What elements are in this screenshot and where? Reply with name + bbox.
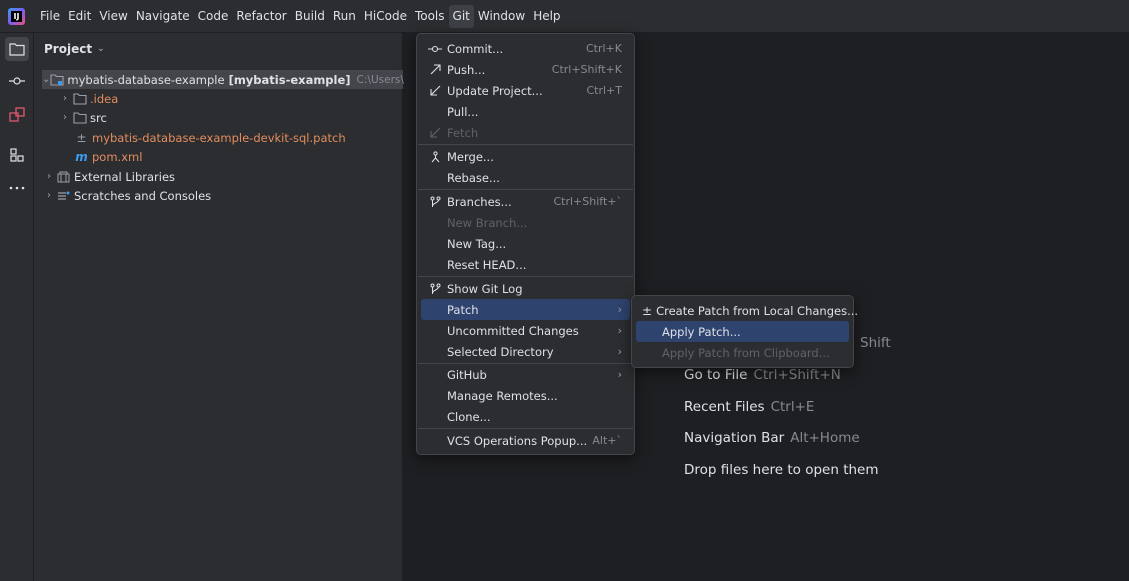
chevron-right-icon[interactable]: ›	[42, 190, 56, 201]
menu-code[interactable]: Code	[194, 5, 233, 28]
menu-separator	[418, 428, 633, 429]
project-panel-header[interactable]: Project ⌄	[44, 42, 105, 56]
patch-icon: ±	[642, 303, 653, 318]
hint-search-everywhere: Shift	[860, 335, 891, 351]
menu-item-fetch: Fetch	[421, 122, 630, 143]
fetch-icon	[427, 127, 443, 138]
menu-item-pull[interactable]: Pull...	[421, 101, 630, 122]
menu-item-selected-directory[interactable]: Selected Directory ›	[421, 341, 630, 362]
git-menu: Commit... Ctrl+K Push... Ctrl+Shift+K Upda…	[416, 33, 635, 455]
menu-item-patch[interactable]: Patch ›	[421, 299, 630, 320]
menu-item-reset-head[interactable]: Reset HEAD...	[421, 254, 630, 275]
plugins-icon[interactable]	[5, 103, 29, 127]
menu-separator	[418, 144, 633, 145]
chevron-right-icon: ›	[617, 303, 622, 316]
menu-item-commit[interactable]: Commit... Ctrl+K	[421, 38, 630, 59]
menu-item-push[interactable]: Push... Ctrl+Shift+K	[421, 59, 630, 80]
tree-item-label: mybatis-database-example-devkit-sql.patc…	[92, 130, 346, 145]
menu-item-manage-remotes[interactable]: Manage Remotes...	[421, 385, 630, 406]
chevron-down-icon[interactable]: ⌄	[42, 74, 50, 85]
chevron-right-icon[interactable]: ›	[58, 93, 72, 104]
tree-item-pom[interactable]: m pom.xml	[74, 147, 142, 166]
tree-item-label: mybatis-database-example	[67, 72, 225, 87]
patch-file-icon: ±	[76, 130, 87, 145]
tree-item-label: External Libraries	[74, 169, 176, 184]
commit-icon	[427, 45, 443, 53]
chevron-right-icon: ›	[617, 324, 622, 337]
panel-title: Project	[44, 42, 93, 56]
menu-edit[interactable]: Edit	[64, 5, 95, 28]
menu-item-vcs-operations-popup[interactable]: VCS Operations Popup... Alt+`	[421, 430, 630, 451]
menu-item-apply-patch[interactable]: Apply Patch...	[636, 321, 849, 342]
chevron-down-icon: ⌄	[97, 44, 105, 54]
menu-view[interactable]: View	[95, 5, 131, 28]
project-folder-icon[interactable]	[5, 37, 29, 61]
update-icon	[427, 85, 443, 96]
menu-run[interactable]: Run	[329, 5, 360, 28]
menu-item-apply-patch-clipboard: Apply Patch from Clipboard...	[662, 345, 830, 360]
folder-icon	[72, 111, 87, 125]
hint-navigation-bar: Navigation Bar Alt+Home	[684, 430, 860, 446]
scratches-icon	[56, 189, 71, 203]
menu-git[interactable]: Git	[448, 5, 474, 28]
patch-submenu: ± Create Patch from Local Changes... App…	[631, 295, 858, 368]
menu-item-create-patch[interactable]: ± Create Patch from Local Changes...	[636, 300, 858, 321]
menu-item-clone[interactable]: Clone...	[421, 406, 630, 427]
tree-item-scratches[interactable]: › Scratches and Consoles	[42, 186, 211, 205]
menu-item-update-project[interactable]: Update Project... Ctrl+T	[421, 80, 630, 101]
module-folder-icon	[50, 73, 64, 87]
folder-icon	[72, 92, 87, 106]
menu-item-new-tag[interactable]: New Tag...	[421, 233, 630, 254]
maven-file-icon: m	[75, 149, 88, 164]
menu-navigate[interactable]: Navigate	[132, 5, 194, 28]
branch-icon	[427, 196, 443, 208]
menu-item-show-git-log[interactable]: Show Git Log	[421, 278, 630, 299]
tool-window-strip	[0, 33, 34, 581]
structure-icon[interactable]	[5, 143, 29, 167]
tree-item-label: src	[90, 110, 107, 125]
more-tools-icon[interactable]	[5, 176, 29, 200]
chevron-right-icon[interactable]: ›	[58, 112, 72, 123]
menu-item-new-branch: New Branch...	[447, 215, 528, 230]
tree-item-src[interactable]: › src	[58, 108, 107, 127]
menu-separator	[418, 276, 633, 277]
tree-item-module-name: [mybatis-example]	[228, 72, 351, 87]
chevron-right-icon[interactable]: ›	[42, 171, 56, 182]
merge-icon	[427, 150, 443, 163]
hint-drop-files: Drop files here to open them	[684, 462, 879, 478]
menu-hicode[interactable]: HiCode	[360, 5, 411, 28]
hint-recent-files: Recent Files Ctrl+E	[684, 399, 815, 415]
menu-item-rebase[interactable]: Rebase...	[421, 167, 630, 188]
hint-go-to-file: Go to File Ctrl+Shift+N	[684, 367, 841, 383]
tree-item-patch-file[interactable]: ± mybatis-database-example-devkit-sql.pa…	[74, 128, 346, 147]
commit-tool-icon[interactable]	[5, 69, 29, 93]
project-panel: Project ⌄ ⌄ mybatis-database-example [my…	[34, 33, 437, 581]
push-icon	[427, 64, 443, 75]
menu-item-github[interactable]: GitHub ›	[421, 364, 630, 385]
menu-help[interactable]: Help	[529, 5, 564, 28]
menu-item-uncommitted-changes[interactable]: Uncommitted Changes ›	[421, 320, 630, 341]
menu-build[interactable]: Build	[291, 5, 329, 28]
menu-window[interactable]: Window	[474, 5, 529, 28]
tree-item-idea[interactable]: › .idea	[58, 89, 118, 108]
chevron-right-icon: ›	[617, 368, 622, 381]
tree-item-label: pom.xml	[92, 149, 143, 164]
menu-separator	[418, 189, 633, 190]
chevron-right-icon: ›	[617, 345, 622, 358]
tree-item-external-libraries[interactable]: › External Libraries	[42, 167, 175, 186]
tree-item-label: .idea	[90, 91, 119, 106]
menu-item-merge[interactable]: Merge...	[421, 146, 630, 167]
menu-refactor[interactable]: Refactor	[232, 5, 290, 28]
library-icon	[56, 170, 71, 184]
menu-tools[interactable]: Tools	[411, 5, 449, 28]
menu-file[interactable]: File	[36, 5, 64, 28]
tree-item-project-root[interactable]: ⌄ mybatis-database-example [mybatis-exam…	[42, 70, 437, 89]
git-log-icon	[427, 283, 443, 295]
main-menu-bar: File Edit View Navigate Code Refactor Bu…	[36, 0, 565, 33]
intellij-logo-icon[interactable]: IJ	[8, 8, 25, 25]
menu-item-branches[interactable]: Branches... Ctrl+Shift+`	[421, 191, 630, 212]
tree-item-label: Scratches and Consoles	[74, 188, 212, 203]
title-bar: IJ File Edit View Navigate Code Refactor…	[0, 0, 1129, 33]
